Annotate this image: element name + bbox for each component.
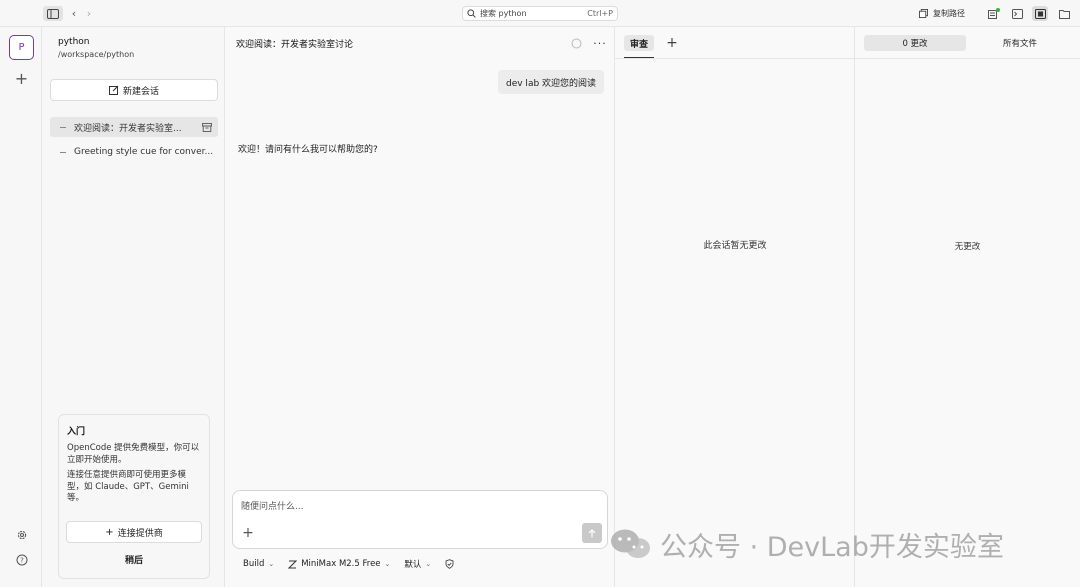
folder-icon <box>1058 9 1070 19</box>
attach-icon[interactable]: + <box>241 525 255 541</box>
chevron-down-icon: ⌄ <box>268 560 275 568</box>
files-panel <box>855 27 1080 587</box>
model-label: MiniMax M2.5 Free <box>301 559 381 569</box>
gear-icon <box>17 530 26 539</box>
terminal-button[interactable] <box>1009 6 1025 21</box>
conversation-label: 欢迎阅读：开发者实验室... <box>74 123 182 134</box>
avatar-letter: P <box>18 42 25 53</box>
composer-toolbar: Build ⌄ MiniMax M2.5 Free ⌄ 默认 ⌄ <box>232 551 608 577</box>
conversation-label: Greeting style cue for conver... <box>74 147 214 157</box>
svg-text:?: ? <box>20 556 24 564</box>
copy-path-label: 复制路径 <box>933 9 965 18</box>
panel-bottom-icon <box>1034 8 1046 19</box>
dash-icon <box>60 126 66 128</box>
arrow-up-icon <box>588 528 596 537</box>
sidebar-toggle-button[interactable] <box>43 6 63 21</box>
agent-label: Build <box>243 559 265 569</box>
send-button[interactable] <box>582 523 602 543</box>
assistant-message: 欢迎！请问有什么我可以帮助您的? <box>238 145 378 155</box>
agent-select[interactable]: Build ⌄ <box>243 559 274 569</box>
tab-review[interactable]: 审查 <box>624 35 654 51</box>
tab-all-files[interactable]: 所有文件 <box>969 35 1071 51</box>
getting-started-text-1: OpenCode 提供免费模型，你可以立即开始使用。 <box>67 443 200 465</box>
status-icon <box>988 8 1000 19</box>
shield-icon <box>445 559 454 569</box>
panel-left-icon <box>47 8 59 19</box>
add-project-icon[interactable]: + <box>13 69 30 88</box>
getting-started-title: 入门 <box>67 427 86 437</box>
watermark-text: 公众号 · DevLab开发实验室 <box>660 531 1004 563</box>
search-placeholder: 搜索 python <box>480 9 527 18</box>
chevron-down-icon: ⌄ <box>384 560 391 568</box>
later-button[interactable]: 稍后 <box>66 549 202 569</box>
left-rail <box>0 27 42 587</box>
more-options-icon[interactable]: ··· <box>592 36 608 50</box>
dash-icon <box>60 151 66 153</box>
copy-path-button[interactable]: 复制路径 <box>919 6 975 21</box>
tab-changes[interactable]: 0 更改 <box>864 35 966 51</box>
archive-icon[interactable] <box>202 122 212 132</box>
variant-select[interactable]: 默认 ⌄ <box>404 558 431 570</box>
project-name: python <box>58 37 90 47</box>
project-path: /workspace/python <box>58 50 135 59</box>
divider <box>615 58 855 59</box>
conversation-item[interactable]: 欢迎阅读：开发者实验室... <box>50 117 218 137</box>
new-chat-button[interactable]: 新建会话 <box>50 79 218 101</box>
help-button[interactable]: ? <box>14 552 29 567</box>
variant-label: 默认 <box>404 560 422 570</box>
review-panel <box>615 27 855 587</box>
search-input[interactable]: 搜索 python Ctrl+P <box>462 6 618 21</box>
review-empty-state: 此会话暂无更改 <box>703 241 767 251</box>
plus-icon: + <box>105 526 114 538</box>
watermark: 公众号 · DevLab开发实验室 <box>610 522 1004 566</box>
terminal-icon <box>1011 8 1023 19</box>
chevron-down-icon: ⌄ <box>425 560 432 568</box>
project-avatar[interactable]: P <box>9 35 34 60</box>
panel-toggle-button[interactable] <box>1032 6 1048 21</box>
composer-input[interactable]: 随便问点什么... <box>241 499 304 512</box>
back-icon[interactable]: ‹ <box>68 6 80 21</box>
chat-title: 欢迎阅读：开发者实验室讨论 <box>236 40 354 50</box>
files-button[interactable] <box>1056 6 1072 21</box>
permission-button[interactable] <box>445 559 454 569</box>
wechat-icon <box>611 529 650 558</box>
copy-icon <box>919 9 928 18</box>
edit-icon <box>108 85 119 95</box>
divider <box>855 58 1080 59</box>
connect-provider-label: 连接提供商 <box>117 528 163 539</box>
new-chat-label: 新建会话 <box>122 86 159 97</box>
model-select[interactable]: MiniMax M2.5 Free ⌄ <box>288 559 390 569</box>
search-shortcut: Ctrl+P <box>587 9 613 18</box>
conversation-item[interactable]: Greeting style cue for conver... <box>50 142 218 162</box>
connect-provider-button[interactable]: + 连接提供商 <box>66 521 202 543</box>
files-empty-state: 无更改 <box>954 242 981 252</box>
forward-icon[interactable]: › <box>83 6 95 21</box>
search-icon <box>467 9 476 18</box>
help-icon: ? <box>16 554 27 565</box>
loading-icon <box>570 37 582 49</box>
model-icon <box>288 560 298 568</box>
settings-button[interactable] <box>14 527 29 542</box>
user-message: dev lab 欢迎您的阅读 <box>498 70 605 94</box>
add-tab-icon[interactable]: + <box>665 35 679 51</box>
status-button[interactable] <box>986 6 1002 21</box>
getting-started-text-2: 连接任意提供商即可使用更多模型，如 Claude、GPT、Gemini 等。 <box>67 470 189 503</box>
